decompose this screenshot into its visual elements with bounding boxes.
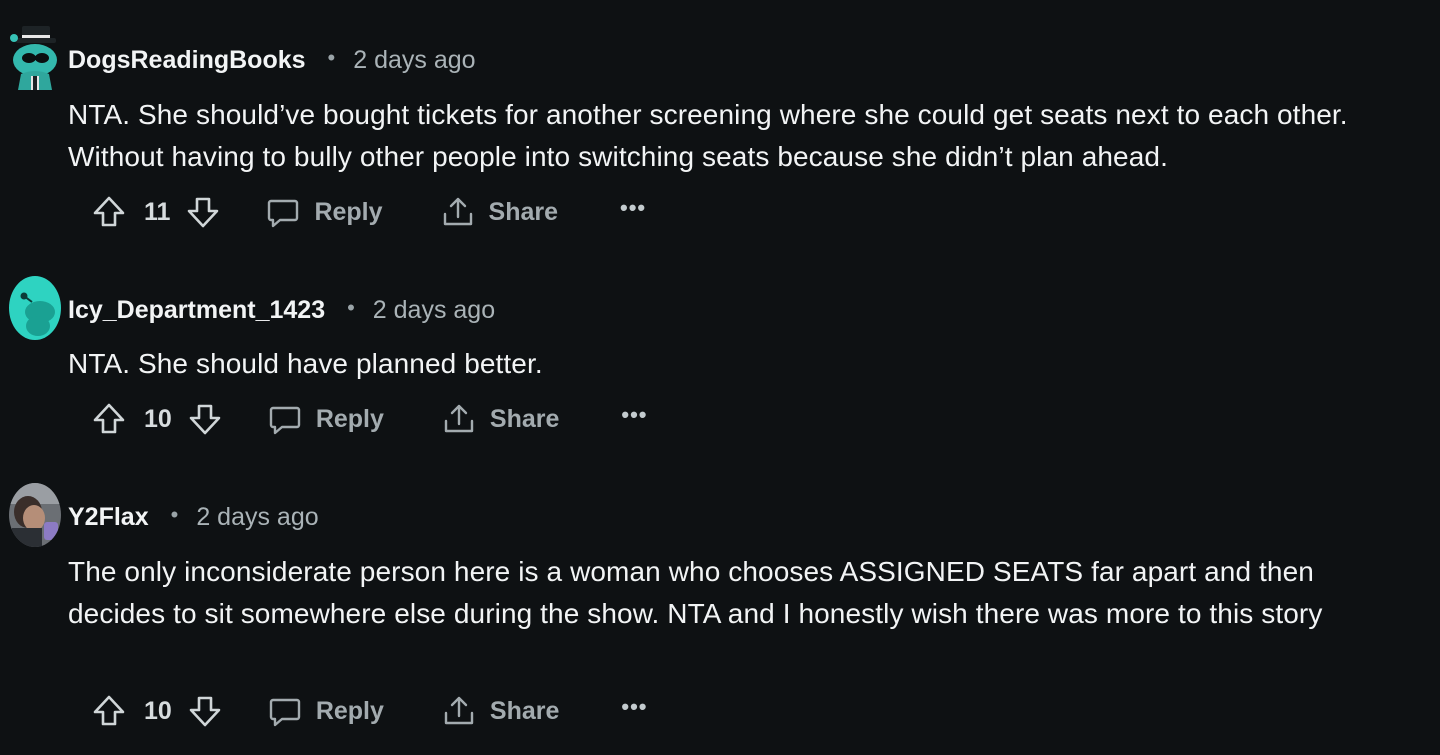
upvote-arrow-icon[interactable] [92, 195, 126, 229]
share-upload-icon [442, 402, 476, 436]
speech-bubble-icon [268, 694, 302, 728]
reply-button[interactable]: Reply [266, 195, 383, 229]
share-label: Share [488, 197, 559, 226]
separator-dot: • [327, 45, 336, 70]
separator-dot: • [347, 295, 355, 320]
avatar[interactable] [8, 24, 62, 90]
share-button[interactable]: Share [441, 195, 558, 229]
avatar[interactable] [8, 276, 62, 342]
more-options-button[interactable]: ••• [621, 402, 647, 428]
comment-body: NTA. She should’ve bought tickets for an… [68, 99, 1348, 172]
share-button[interactable]: Share [442, 694, 559, 728]
reply-button[interactable]: Reply [268, 694, 384, 728]
timestamp[interactable]: 2 days ago [196, 503, 318, 532]
vote-count: 10 [144, 696, 172, 725]
share-label: Share [489, 696, 560, 725]
comment-body: NTA. She should have planned better. [68, 348, 543, 379]
reply-button[interactable]: Reply [268, 402, 384, 436]
downvote-arrow-icon[interactable] [186, 195, 220, 229]
share-label: Share [489, 404, 560, 433]
vote-group: 11 [92, 195, 220, 229]
timestamp[interactable]: 2 days ago [373, 296, 495, 325]
username[interactable]: DogsReadingBooks [68, 46, 306, 75]
more-options-button[interactable]: ••• [620, 195, 646, 221]
vote-group: 10 [92, 402, 222, 436]
downvote-arrow-icon[interactable] [188, 402, 222, 436]
reply-label: Reply [315, 404, 384, 433]
timestamp[interactable]: 2 days ago [353, 46, 475, 75]
speech-bubble-icon [268, 402, 302, 436]
upvote-arrow-icon[interactable] [92, 694, 126, 728]
share-upload-icon [441, 195, 475, 229]
reply-label: Reply [314, 197, 383, 226]
vote-count: 10 [144, 404, 172, 433]
vote-count: 11 [144, 197, 171, 226]
separator-dot: • [170, 502, 179, 527]
downvote-arrow-icon[interactable] [188, 694, 222, 728]
more-options-button[interactable]: ••• [621, 694, 647, 720]
avatar[interactable] [8, 482, 62, 548]
username[interactable]: Y2Flax [68, 503, 149, 532]
share-upload-icon [442, 694, 476, 728]
reply-label: Reply [315, 696, 384, 725]
speech-bubble-icon [266, 195, 300, 229]
username[interactable]: Icy_Department_1423 [68, 296, 325, 325]
vote-group: 10 [92, 694, 222, 728]
comment-body: The only inconsiderate person here is a … [68, 556, 1323, 629]
upvote-arrow-icon[interactable] [92, 402, 126, 436]
share-button[interactable]: Share [442, 402, 559, 436]
